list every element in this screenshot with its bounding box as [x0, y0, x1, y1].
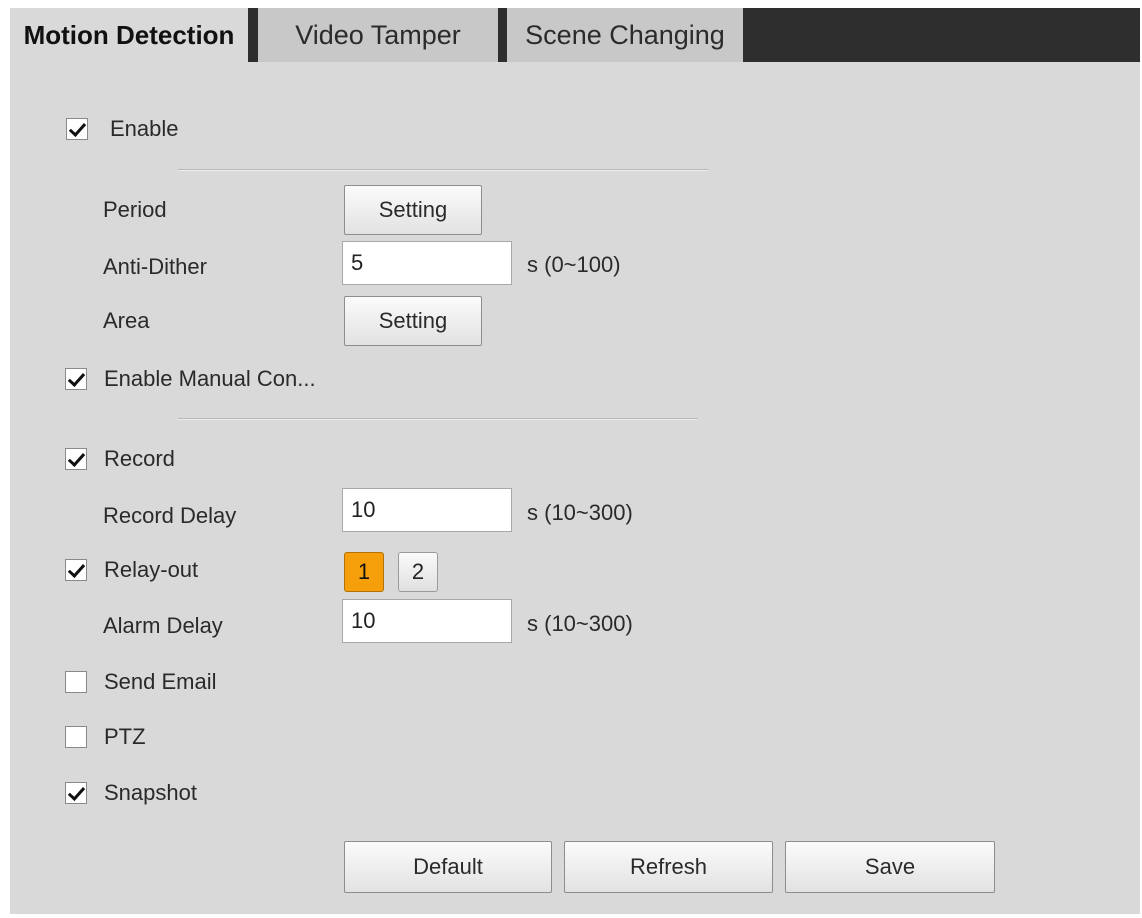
refresh-button[interactable]: Refresh: [564, 841, 773, 893]
ptz-label: PTZ: [104, 724, 146, 749]
alarm-delay-label: Alarm Delay: [103, 613, 223, 638]
snapshot-label: Snapshot: [104, 780, 197, 805]
record-delay-input[interactable]: [342, 488, 512, 532]
tab-scene-changing[interactable]: Scene Changing: [507, 8, 743, 62]
tab-video-tamper[interactable]: Video Tamper: [258, 8, 498, 62]
area-setting-button[interactable]: Setting: [344, 296, 482, 346]
default-button[interactable]: Default: [344, 841, 552, 893]
relay-out-checkbox[interactable]: [65, 559, 87, 581]
tab-motion-detection[interactable]: Motion Detection: [10, 8, 248, 62]
record-delay-label: Record Delay: [103, 503, 237, 528]
period-label: Period: [103, 197, 167, 222]
divider: [178, 169, 708, 171]
settings-window: Motion Detection Video Tamper Scene Chan…: [10, 8, 1140, 914]
enable-checkbox[interactable]: [66, 118, 88, 140]
enable-label: Enable: [110, 116, 179, 141]
manual-control-checkbox[interactable]: [65, 368, 87, 390]
anti-dither-label: Anti-Dither: [103, 254, 207, 279]
record-label: Record: [104, 446, 175, 471]
snapshot-checkbox[interactable]: [65, 782, 87, 804]
anti-dither-unit: s (0~100): [527, 252, 621, 277]
record-checkbox[interactable]: [65, 448, 87, 470]
motion-detection-panel: Enable Period Setting Anti-Dither s (0~1…: [10, 62, 1140, 914]
checkmark-icon: [67, 369, 86, 387]
area-label: Area: [103, 308, 150, 333]
save-button[interactable]: Save: [785, 841, 995, 893]
relay-out-label: Relay-out: [104, 557, 199, 582]
record-delay-unit: s (10~300): [527, 500, 633, 525]
checkmark-icon: [67, 783, 86, 801]
ptz-checkbox[interactable]: [65, 726, 87, 748]
tab-bar: Motion Detection Video Tamper Scene Chan…: [10, 8, 1140, 62]
send-email-label: Send Email: [104, 669, 217, 694]
relay-channel-1-button[interactable]: 1: [344, 552, 384, 592]
relay-channel-2-button[interactable]: 2: [398, 552, 438, 592]
manual-control-label: Enable Manual Con...: [104, 366, 316, 391]
anti-dither-input[interactable]: [342, 241, 512, 285]
alarm-delay-input[interactable]: [342, 599, 512, 643]
checkmark-icon: [67, 560, 86, 578]
period-setting-button[interactable]: Setting: [344, 185, 482, 235]
checkmark-icon: [67, 449, 86, 467]
send-email-checkbox[interactable]: [65, 671, 87, 693]
alarm-delay-unit: s (10~300): [527, 611, 633, 636]
checkmark-icon: [68, 119, 87, 137]
divider: [178, 418, 698, 420]
